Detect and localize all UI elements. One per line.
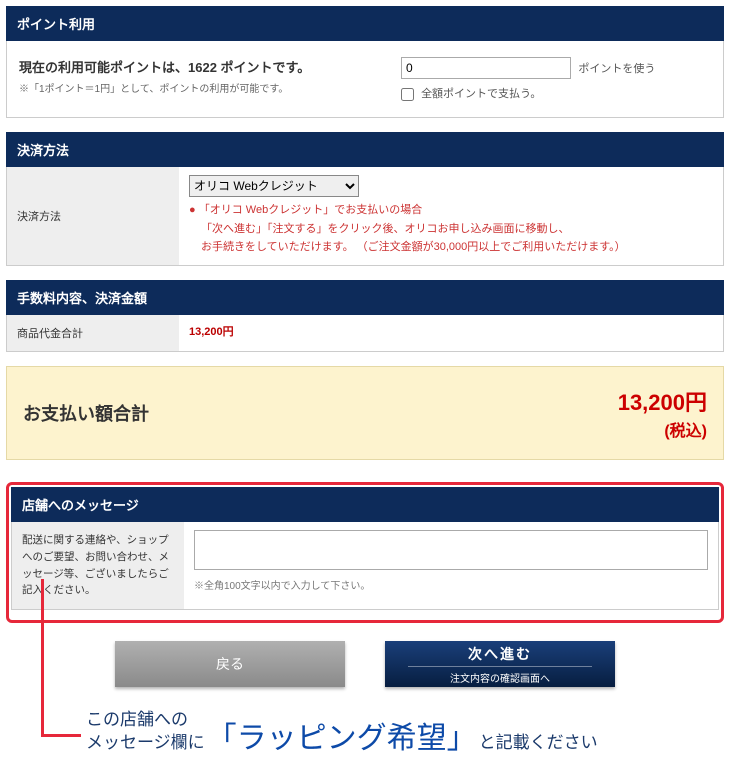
payment-note-2: 「次へ進む」「注文する」をクリック後、オリコお申し込み画面に移動し、: [201, 220, 713, 239]
payment-note-3: お手続きをしていただけます。 （ご注文金額が30,000円以上でご利用いただけま…: [201, 238, 713, 257]
bullet-icon: ●: [189, 204, 196, 216]
payment-method-select[interactable]: オリコ Webクレジット: [189, 175, 359, 197]
message-hint: ※全角100文字以内で入力して下さい。: [194, 577, 708, 592]
back-button[interactable]: 戻る: [115, 641, 345, 687]
button-row: 戻る 次へ進む 注文内容の確認画面へ: [6, 641, 724, 687]
annotation-lead: この店舗への メッセージ欄に: [86, 709, 205, 755]
message-textarea[interactable]: [194, 530, 708, 570]
pay-all-label: 全額ポイントで支払う。: [421, 88, 541, 100]
message-header: 店舗へのメッセージ: [11, 487, 719, 522]
points-rate-note: ※「1ポイント＝1円」として、ポイントの利用が可能です。: [19, 80, 401, 95]
points-input[interactable]: [401, 57, 571, 79]
annotation-tail: と記載ください: [479, 732, 598, 755]
total-label: お支払い額合計: [23, 400, 618, 426]
annotation-connector-line: [41, 579, 81, 737]
message-highlight-box: 店舗へのメッセージ 配送に関する連絡や、ショップへのご要望、お問い合わせ、メッセ…: [6, 482, 724, 623]
payment-header: 決済方法: [6, 132, 724, 167]
points-header: ポイント利用: [6, 6, 724, 41]
annotation: この店舗への メッセージ欄に 「ラッピング希望」 と記載ください: [6, 709, 724, 755]
fees-amount: 13,200円: [189, 326, 234, 338]
total-box: お支払い額合計 13,200円 (税込): [6, 366, 724, 460]
points-available-text: 現在の利用可能ポイントは、1622 ポイントです。: [19, 57, 401, 76]
fees-section: 手数料内容、決済金額 商品代金合計 13,200円: [6, 280, 724, 352]
fees-header: 手数料内容、決済金額: [6, 280, 724, 315]
total-tax: (税込): [618, 417, 707, 441]
message-label: 配送に関する連絡や、ショップへのご要望、お問い合わせ、メッセージ等、ございました…: [12, 522, 184, 609]
payment-row-label: 決済方法: [7, 167, 179, 265]
points-body: 現在の利用可能ポイントは、1622 ポイントです。 ※「1ポイント＝1円」として…: [6, 41, 724, 118]
points-section: ポイント利用 現在の利用可能ポイントは、1622 ポイントです。 ※「1ポイント…: [6, 6, 724, 118]
pay-all-checkbox[interactable]: [401, 88, 414, 101]
next-button[interactable]: 次へ進む 注文内容の確認画面へ: [385, 641, 615, 687]
fees-row-label: 商品代金合計: [7, 315, 179, 351]
payment-section: 決済方法 決済方法 オリコ Webクレジット ● 「オリコ Webクレジット」で…: [6, 132, 724, 266]
annotation-emphasis: 「ラッピング希望」: [207, 719, 477, 760]
use-points-label: ポイントを使う: [578, 63, 655, 75]
payment-note-1: 「オリコ Webクレジット」でお支払いの場合: [199, 204, 422, 216]
total-amount: 13,200円: [618, 385, 707, 417]
